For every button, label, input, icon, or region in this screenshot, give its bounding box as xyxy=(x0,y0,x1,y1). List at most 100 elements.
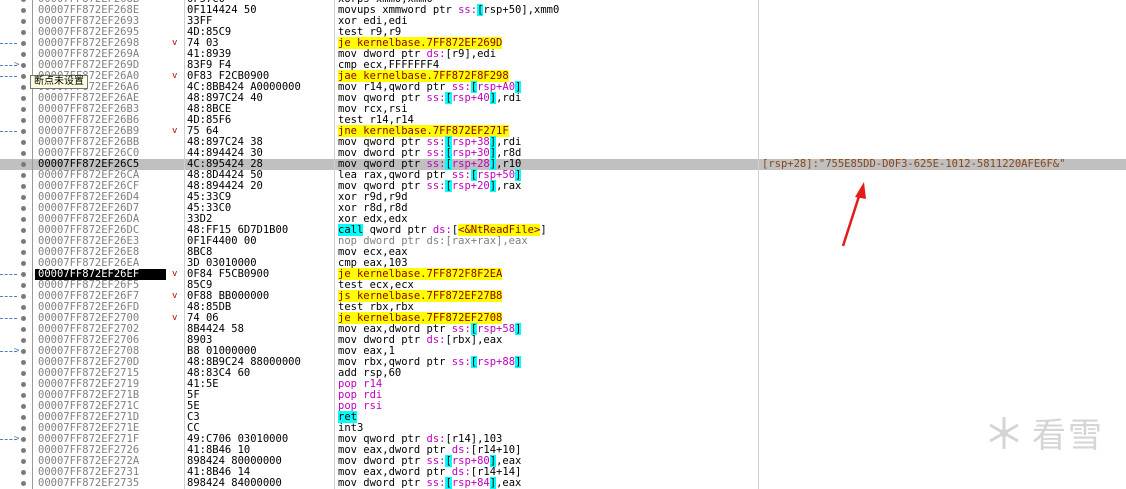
breakpoint-dot-icon[interactable] xyxy=(21,96,26,101)
breakpoint-dot-icon[interactable] xyxy=(21,195,26,200)
disasm-row[interactable]: 00007FF872EF272A 898424 80000000 mov dword… xyxy=(0,455,1126,467)
bytes-cell[interactable]: 41:5E xyxy=(187,379,327,390)
breakpoint-dot-icon[interactable] xyxy=(21,107,26,112)
disasm-row[interactable]: 00007FF872EF26FD 48:85DB test rbx,rbx xyxy=(0,302,1126,313)
breakpoint-gutter[interactable] xyxy=(0,412,32,423)
breakpoint-dot-icon[interactable] xyxy=(21,151,26,156)
breakpoint-dot-icon[interactable] xyxy=(21,162,26,167)
disasm-row[interactable]: 00007FF872EF26E3 0F1F4400 00 nop dword ptr… xyxy=(0,236,1126,247)
breakpoint-dot-icon[interactable] xyxy=(21,8,26,13)
breakpoint-gutter[interactable] xyxy=(0,456,32,467)
disasm-row[interactable]: 00007FF872EF2719 41:5E pop r14 xyxy=(0,379,1126,390)
disasm-row[interactable]: 00007FF872EF2702 8B4424 58 mov eax,dword p… xyxy=(0,323,1126,335)
breakpoint-gutter[interactable] xyxy=(0,269,32,280)
breakpoint-dot-icon[interactable] xyxy=(21,228,26,233)
breakpoint-gutter[interactable] xyxy=(0,49,32,60)
breakpoint-gutter[interactable] xyxy=(0,247,32,258)
disasm-row[interactable]: 00007FF872EF26D7 45:33C0 xor r8d,r8d xyxy=(0,203,1126,214)
breakpoint-gutter[interactable] xyxy=(0,467,32,478)
disasm-row[interactable]: 00007FF872EF26CF 48:894424 20 mov qword pt… xyxy=(0,180,1126,192)
breakpoint-gutter[interactable] xyxy=(0,357,32,368)
breakpoint-gutter[interactable] xyxy=(0,225,32,236)
breakpoint-dot-icon[interactable] xyxy=(21,393,26,398)
breakpoint-gutter[interactable] xyxy=(0,71,32,82)
disasm-row[interactable]: 00007FF872EF271D C3 ret xyxy=(0,411,1126,423)
disasm-row[interactable]: 00007FF872EF271E CC int3 xyxy=(0,423,1126,434)
disasm-row[interactable]: 00007FF872EF2700 v 74 06 je kernelbase.7FF8… xyxy=(0,312,1126,324)
breakpoint-gutter[interactable] xyxy=(0,258,32,269)
breakpoint-gutter[interactable] xyxy=(0,203,32,214)
breakpoint-dot-icon[interactable] xyxy=(21,85,26,90)
disasm-row[interactable]: 00007FF872EF26B9 v 75 64 jne kernelbase.7FF… xyxy=(0,125,1126,137)
breakpoint-dot-icon[interactable] xyxy=(21,74,26,79)
breakpoint-dot-icon[interactable] xyxy=(21,63,26,68)
disasm-row[interactable]: 00007FF872EF26C5 4C:895424 28 mov qword pt… xyxy=(0,158,1126,170)
breakpoint-gutter[interactable] xyxy=(0,335,32,346)
breakpoint-gutter[interactable] xyxy=(0,291,32,302)
breakpoint-gutter[interactable] xyxy=(0,192,32,203)
bytes-cell[interactable]: C3 xyxy=(187,412,327,423)
breakpoint-gutter[interactable] xyxy=(0,324,32,335)
instruction-cell[interactable]: add rsp,60 xyxy=(338,368,758,379)
breakpoint-dot-icon[interactable] xyxy=(21,404,26,409)
breakpoint-dot-icon[interactable] xyxy=(21,371,26,376)
breakpoint-gutter[interactable] xyxy=(0,27,32,38)
breakpoint-gutter[interactable] xyxy=(0,368,32,379)
disasm-row[interactable]: 00007FF872EF26DA 33D2 xor edx,edx xyxy=(0,214,1126,225)
breakpoint-gutter[interactable]: > xyxy=(0,434,32,445)
breakpoint-dot-icon[interactable] xyxy=(21,327,26,332)
breakpoint-dot-icon[interactable] xyxy=(21,173,26,178)
breakpoint-dot-icon[interactable] xyxy=(21,437,26,442)
disasm-row[interactable]: 00007FF872EF2695 4D:85C9 test r9,r9 xyxy=(0,27,1126,38)
breakpoint-gutter[interactable] xyxy=(0,313,32,324)
disasm-row[interactable]: 00007FF872EF26B3 48:8BCE mov rcx,rsi xyxy=(0,104,1126,115)
breakpoint-dot-icon[interactable] xyxy=(21,415,26,420)
breakpoint-dot-icon[interactable] xyxy=(21,316,26,321)
comment-cell[interactable]: [rsp+28]:"755E85DD-D0F3-625E-1012-581122… xyxy=(762,159,1122,170)
breakpoint-dot-icon[interactable] xyxy=(21,129,26,134)
disasm-row[interactable]: 00007FF872EF2731 41:8B46 14 mov eax,dword … xyxy=(0,467,1126,478)
disasm-row[interactable]: 00007FF872EF2726 41:8B46 10 mov eax,dword … xyxy=(0,445,1126,456)
disasm-row[interactable]: 00007FF872EF271C 5E pop rsi xyxy=(0,401,1126,412)
bytes-cell[interactable]: 898424 84000000 xyxy=(187,478,327,489)
disasm-row[interactable]: >00007FF872EF269D 83F9 F4 cmp ecx,FFFFFFF4 xyxy=(0,60,1126,71)
breakpoint-dot-icon[interactable] xyxy=(21,272,26,277)
instruction-cell[interactable]: pop rsi xyxy=(338,401,758,412)
disassembly-view[interactable]: 00007FF872EF268B0F57C0xorps xmm0,xmm0000… xyxy=(0,0,1126,489)
disasm-row[interactable]: 00007FF872EF26A0 v 0F83 F2CB0900 jae kernel… xyxy=(0,70,1126,82)
breakpoint-gutter[interactable] xyxy=(0,38,32,49)
breakpoint-dot-icon[interactable] xyxy=(21,459,26,464)
disasm-row[interactable]: 00007FF872EF2698 v 74 03 je kernelbase.7FF8… xyxy=(0,37,1126,49)
disasm-row[interactable]: 00007FF872EF26F7 v 0F88 BB000000 js kernelb… xyxy=(0,290,1126,302)
breakpoint-dot-icon[interactable] xyxy=(21,118,26,123)
disasm-row[interactable]: 00007FF872EF269A 41:8939 mov dword ptr ds:… xyxy=(0,49,1126,60)
breakpoint-dot-icon[interactable] xyxy=(21,481,26,486)
disasm-row[interactable]: 00007FF872EF26F5 85C9 test ecx,ecx xyxy=(0,280,1126,291)
instruction-cell[interactable]: pop rdi xyxy=(338,390,758,401)
breakpoint-gutter[interactable]: > xyxy=(0,346,32,357)
breakpoint-dot-icon[interactable] xyxy=(21,448,26,453)
breakpoint-gutter[interactable] xyxy=(0,236,32,247)
breakpoint-gutter[interactable] xyxy=(0,104,32,115)
breakpoint-dot-icon[interactable] xyxy=(21,250,26,255)
breakpoint-dot-icon[interactable] xyxy=(21,184,26,189)
breakpoint-gutter[interactable] xyxy=(0,137,32,148)
breakpoint-gutter[interactable] xyxy=(0,302,32,313)
breakpoint-dot-icon[interactable] xyxy=(21,217,26,222)
breakpoint-gutter[interactable]: > xyxy=(0,60,32,71)
breakpoint-gutter[interactable] xyxy=(0,214,32,225)
breakpoint-dot-icon[interactable] xyxy=(21,338,26,343)
breakpoint-dot-icon[interactable] xyxy=(21,426,26,431)
breakpoint-dot-icon[interactable] xyxy=(21,349,26,354)
breakpoint-gutter[interactable] xyxy=(0,280,32,291)
breakpoint-dot-icon[interactable] xyxy=(21,305,26,310)
breakpoint-gutter[interactable] xyxy=(0,170,32,181)
breakpoint-dot-icon[interactable] xyxy=(21,52,26,57)
breakpoint-gutter[interactable] xyxy=(0,181,32,192)
breakpoint-gutter[interactable] xyxy=(0,5,32,16)
breakpoint-gutter[interactable] xyxy=(0,401,32,412)
disasm-row[interactable]: >00007FF872EF2708 B8 01000000 mov eax,1 xyxy=(0,346,1126,357)
disasm-row[interactable]: >00007FF872EF271F 49:C706 03010000 mov qwo… xyxy=(0,434,1126,445)
disasm-row[interactable]: 00007FF872EF2693 33FF xor edi,edi xyxy=(0,16,1126,27)
breakpoint-gutter[interactable] xyxy=(0,445,32,456)
